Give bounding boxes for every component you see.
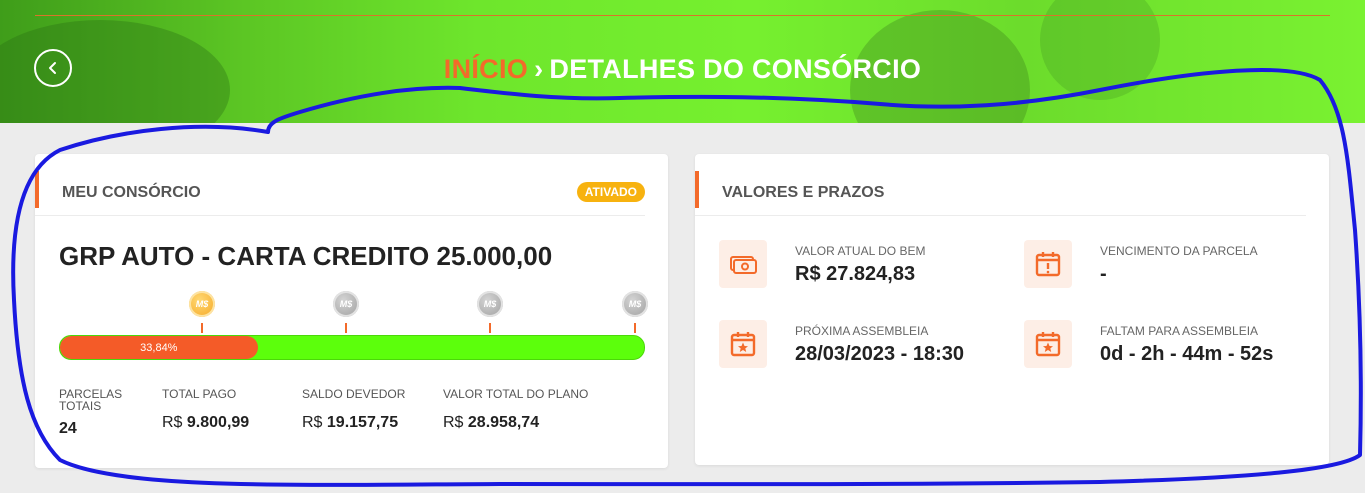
progress-fill: 33,84% <box>60 336 258 359</box>
plan-name: GRP AUTO - CARTA CREDITO 25.000,00 <box>59 241 553 271</box>
card-header: MEU CONSÓRCIO ATIVADO <box>35 171 645 216</box>
breadcrumb: INÍCIO › DETALHES DO CONSÓRCIO <box>0 54 1365 85</box>
card-title: VALORES E PRAZOS <box>722 184 885 201</box>
stat-label: PARCELAS TOTAIS <box>59 387 123 413</box>
coin-icon: M$ <box>333 291 359 317</box>
stat-balance-due: SALDO DEVEDOR R$ 19.157,75 <box>302 388 405 432</box>
stat-plan-total: VALOR TOTAL DO PLANO R$ 28.958,74 <box>443 388 588 432</box>
stat-label: TOTAL PAGO <box>162 387 237 401</box>
stat-total-paid: TOTAL PAGO R$ 9.800,99 <box>162 388 249 432</box>
stat-label: SALDO DEVEDOR <box>302 387 406 401</box>
milestone-tick <box>201 323 203 333</box>
my-consortium-card: MEU CONSÓRCIO ATIVADO GRP AUTO - CARTA C… <box>35 154 668 468</box>
card-accent-bar <box>35 171 39 208</box>
info-value: - <box>1100 263 1107 285</box>
card-title: MEU CONSÓRCIO <box>62 184 201 201</box>
milestone-marker: M$ <box>333 291 359 333</box>
breadcrumb-home-link[interactable]: INÍCIO <box>444 54 528 84</box>
info-label: VALOR ATUAL DO BEM <box>795 244 926 258</box>
stat-total-installments: PARCELAS TOTAIS 24 <box>59 388 139 438</box>
coin-icon: M$ <box>477 291 503 317</box>
info-value: 0d - 2h - 44m - 52s <box>1100 343 1274 365</box>
coin-icon: M$ <box>622 291 648 317</box>
milestone-tick <box>489 323 491 333</box>
milestone-tick <box>634 323 636 333</box>
info-label: VENCIMENTO DA PARCELA <box>1100 244 1258 258</box>
calendar-star-icon <box>719 320 767 368</box>
milestone-marker: M$ <box>189 291 215 333</box>
milestone-marker: M$ <box>477 291 503 333</box>
calendar-alert-icon <box>1024 240 1072 288</box>
coin-icon: M$ <box>189 291 215 317</box>
milestone-marker: M$ <box>622 291 648 333</box>
stat-value: R$ 19.157,75 <box>302 414 399 431</box>
stat-value: R$ 28.958,74 <box>443 414 540 431</box>
header-banner: INÍCIO › DETALHES DO CONSÓRCIO <box>0 0 1365 123</box>
values-terms-card: VALORES E PRAZOS VALOR ATUAL DO BEM R$ 2… <box>695 154 1329 465</box>
milestone-tick <box>345 323 347 333</box>
info-label: PRÓXIMA ASSEMBLEIA <box>795 324 929 338</box>
card-header: VALORES E PRAZOS <box>695 171 1306 216</box>
breadcrumb-current: DETALHES DO CONSÓRCIO <box>549 54 922 84</box>
status-badge: ATIVADO <box>576 182 645 202</box>
breadcrumb-separator: › <box>534 54 544 84</box>
money-icon <box>719 240 767 288</box>
progress-bar: 33,84% <box>59 335 645 360</box>
calendar-star-icon <box>1024 320 1072 368</box>
info-value: R$ 27.824,83 <box>795 263 916 285</box>
info-value: 28/03/2023 - 18:30 <box>795 343 965 365</box>
card-accent-bar <box>695 171 699 208</box>
stat-value: R$ 9.800,99 <box>162 414 250 431</box>
stat-value: 24 <box>59 420 77 437</box>
info-label: FALTAM PARA ASSEMBLEIA <box>1100 324 1259 338</box>
stat-label: VALOR TOTAL DO PLANO <box>443 387 589 401</box>
header-divider <box>35 15 1330 16</box>
